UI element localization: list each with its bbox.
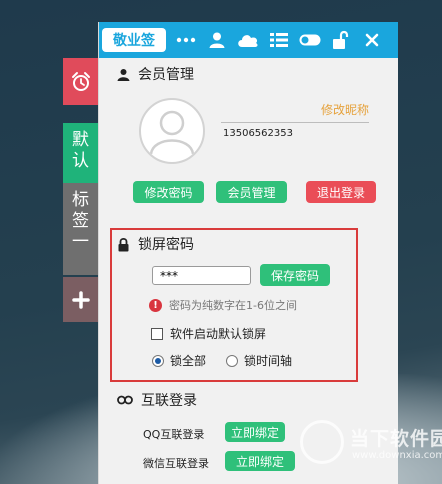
watermark-url: www.downxia.com [352,450,442,461]
phone-number: 13506562353 [223,128,293,139]
lock-password-input[interactable] [152,266,251,285]
close-icon[interactable] [361,29,383,51]
radio-lock-timeline-button[interactable] [226,354,238,367]
watermark-name: 当下软件园 [350,428,442,450]
link-icon [117,395,133,405]
startup-lock-checkbox[interactable]: 软件启动默认锁屏 [151,325,266,342]
person-icon [117,68,130,81]
radio-lock-timeline-label: 锁时间轴 [244,354,293,368]
watermark-logo [300,420,344,464]
logout-button[interactable]: 退出登录 [306,181,376,203]
tab-default-label: 默认 [72,130,89,171]
top-toolbar: 敬业签 [99,22,398,58]
watermark: 当下软件园 www.downxia.com [300,420,442,484]
member-title-text: 会员管理 [138,67,194,83]
unlock-icon[interactable] [330,29,352,51]
password-hint: ! 密码为纯数字在1-6位之间 [149,297,297,313]
default-avatar-icon [149,110,195,155]
save-password-button[interactable]: 保存密码 [260,264,330,286]
error-icon: ! [149,298,162,312]
lock-title-text: 锁屏密码 [138,237,194,253]
radio-lock-all-button[interactable] [152,354,164,367]
plus-icon [71,290,90,309]
more-icon[interactable] [175,29,197,51]
qq-login-label: QQ互联登录 [143,428,205,441]
wechat-login-label: 微信互联登录 [143,457,209,470]
alarm-tab[interactable] [63,58,98,105]
add-tab-button[interactable] [63,277,98,322]
alarm-clock-icon [71,71,90,91]
qq-bind-button[interactable]: 立即绑定 [225,422,285,442]
tab-tag-one[interactable]: 标签一 [63,183,98,275]
interconnect-section-title: 互联登录 [117,390,197,410]
member-manage-button[interactable]: 会员管理 [216,181,287,203]
edit-nickname-link[interactable]: 修改昵称 [221,101,369,123]
member-section-title: 会员管理 [117,64,194,84]
tab-default[interactable]: 默认 [63,123,98,183]
avatar[interactable] [139,98,205,164]
checkbox-box[interactable] [151,327,163,340]
settings-panel: 敬业签 会员管理 修改昵称 13506562353 修改密码 会员管理 退出登录… [98,22,398,484]
radio-lock-all[interactable]: 锁全部 [152,352,206,369]
brand-tab[interactable]: 敬业签 [102,28,166,52]
tab-tag-one-label: 标签一 [72,190,89,252]
radio-lock-all-label: 锁全部 [170,354,207,368]
radio-lock-timeline[interactable]: 锁时间轴 [226,352,292,369]
cloud-icon[interactable] [237,29,259,51]
lock-icon [118,237,129,251]
change-password-button[interactable]: 修改密码 [133,181,204,203]
interconnect-title-text: 互联登录 [141,393,197,409]
lock-section-title: 锁屏密码 [117,234,194,254]
list-icon[interactable] [268,29,290,51]
toggle-icon[interactable] [299,29,321,51]
user-icon[interactable] [206,29,228,51]
wechat-bind-button[interactable]: 立即绑定 [225,451,295,471]
startup-lock-label: 软件启动默认锁屏 [170,327,267,341]
password-hint-text: 密码为纯数字在1-6位之间 [169,299,297,312]
